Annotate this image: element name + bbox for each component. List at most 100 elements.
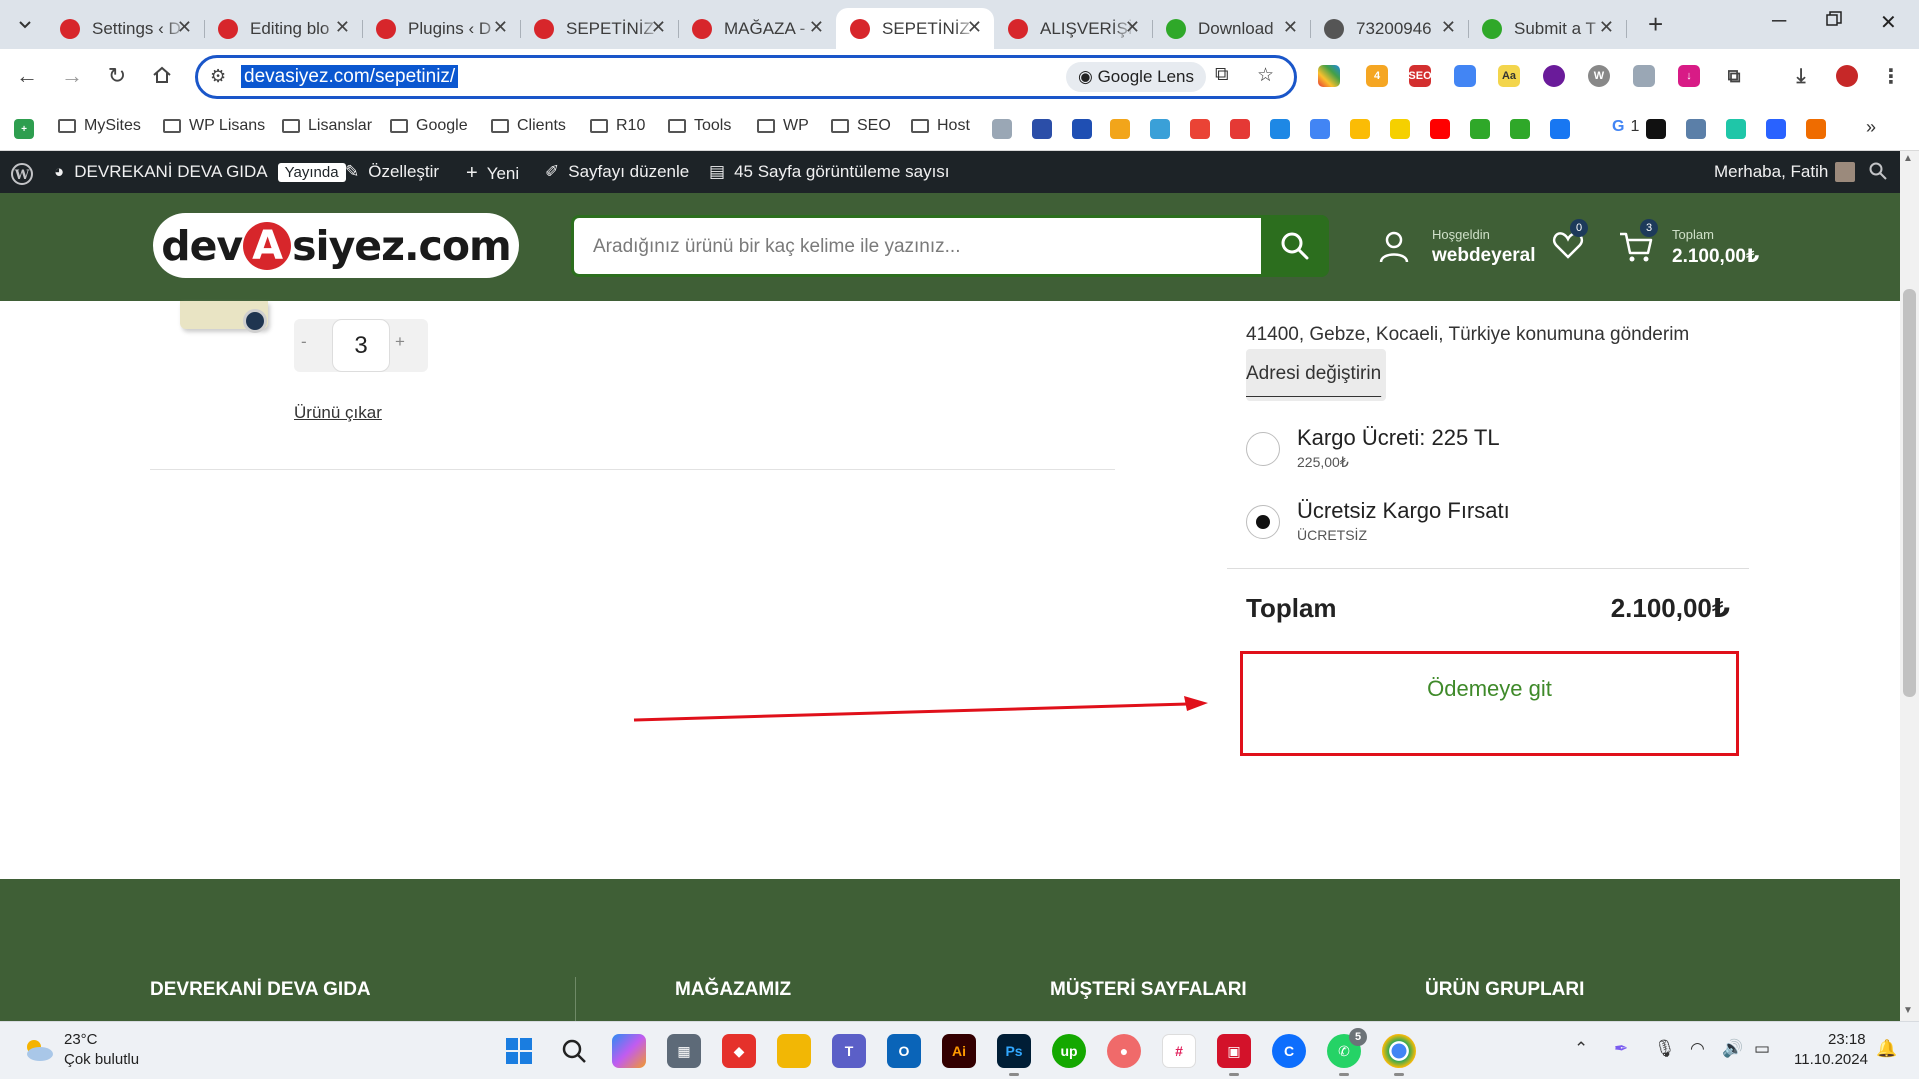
volume-icon[interactable]: 🔊 — [1722, 1039, 1743, 1059]
taskbar-search-button[interactable] — [557, 1034, 591, 1068]
clock-date[interactable]: 11.10.2024 — [1794, 1051, 1868, 1068]
s-bookmark-icon[interactable] — [1390, 119, 1410, 139]
image-bookmark-icon[interactable] — [992, 119, 1012, 139]
restore-button[interactable] — [1826, 10, 1842, 33]
browser-tab[interactable]: ALIŞVERİŞİ ✕ — [994, 8, 1153, 49]
shipping-option-free-radio[interactable] — [1246, 505, 1280, 539]
gmail-icon[interactable] — [1190, 119, 1210, 139]
profile-avatar[interactable] — [1836, 65, 1858, 87]
bookmarks-overflow-icon[interactable]: » — [1866, 117, 1876, 138]
screen-recorder-icon[interactable]: ▣ — [1217, 1034, 1251, 1076]
circle-bookmark-icon[interactable] — [1032, 119, 1052, 139]
outlook-icon[interactable]: O — [887, 1034, 921, 1068]
cart-button[interactable]: 3 — [1618, 219, 1658, 270]
tab-close-icon[interactable]: ✕ — [809, 17, 824, 38]
browser-tab[interactable]: Plugins ‹ D ✕ — [362, 8, 521, 49]
c-app-icon[interactable]: C — [1272, 1034, 1306, 1068]
clock-time[interactable]: 23:18 — [1828, 1031, 1866, 1048]
change-address-button[interactable]: Adresi değiştirin — [1246, 349, 1386, 401]
extension-wordpress-icon[interactable]: W — [1588, 65, 1610, 87]
puzzle-bookmark-icon[interactable] — [1686, 119, 1706, 139]
browser-tab[interactable]: Editing blo ✕ — [204, 8, 363, 49]
wp-account[interactable]: Merhaba, Fatih — [1714, 162, 1856, 182]
extension-docs-icon[interactable] — [1454, 65, 1476, 87]
page-scrollbar[interactable]: ▲ ▼ — [1900, 151, 1919, 1021]
tray-overflow-icon[interactable]: ⌃ — [1574, 1039, 1588, 1059]
site-logo[interactable]: dev Asiyez.com — [153, 213, 519, 278]
bookmark-folder[interactable]: SEO — [831, 117, 891, 135]
qty-decrease-button[interactable]: - — [301, 332, 307, 352]
tab-close-icon[interactable]: ✕ — [1441, 17, 1456, 38]
tab-close-icon[interactable]: ✕ — [1283, 17, 1298, 38]
shipping-option-paid-radio[interactable] — [1246, 432, 1280, 466]
tab-close-icon[interactable]: ✕ — [967, 17, 982, 38]
extension-download-icon[interactable]: ↓ — [1678, 65, 1700, 87]
chat-bookmark-icon[interactable] — [1270, 119, 1290, 139]
qty-input[interactable]: 3 — [332, 319, 390, 372]
minimize-button[interactable]: ─ — [1772, 10, 1786, 33]
file-explorer-icon[interactable] — [777, 1034, 811, 1068]
browser-tab[interactable]: Download ✕ — [1152, 8, 1311, 49]
bookmark-folder[interactable]: Clients — [491, 117, 566, 135]
extension-font-icon[interactable]: Aa — [1498, 65, 1520, 87]
bookmark-folder[interactable]: R10 — [590, 117, 645, 135]
bookmark-folder[interactable]: MySites — [58, 117, 141, 135]
fire-bookmark-icon[interactable] — [1806, 119, 1826, 139]
downloads-icon[interactable]: ⤓ — [1790, 65, 1812, 87]
account-button[interactable] — [1376, 229, 1412, 270]
battery-icon[interactable]: ▭ — [1754, 1039, 1770, 1059]
upwork-bookmark-icon[interactable] — [1646, 119, 1666, 139]
menu-kebab-icon[interactable]: ⋮ — [1880, 65, 1902, 88]
form-bookmark-icon[interactable] — [1766, 119, 1786, 139]
bookmark-g-count[interactable]: G1 — [1612, 118, 1639, 136]
scroll-down-icon[interactable]: ▼ — [1903, 1005, 1913, 1016]
user-name[interactable]: webdeyeral — [1432, 245, 1536, 267]
weather-temperature[interactable]: 23°C — [64, 1031, 98, 1048]
search-input[interactable]: Aradığınız ürünü bir kaç kelime ile yazı… — [593, 236, 961, 258]
wp-new[interactable]: + Yeni — [466, 162, 519, 185]
tab-close-icon[interactable]: ✕ — [177, 17, 192, 38]
yandex-icon[interactable] — [1230, 119, 1250, 139]
translate-bookmark-icon[interactable] — [1310, 119, 1330, 139]
back-button[interactable]: ← — [12, 63, 42, 89]
asana-icon[interactable]: ● — [1107, 1034, 1141, 1068]
youtube-icon[interactable] — [1430, 119, 1450, 139]
slack-icon[interactable]: # — [1162, 1034, 1196, 1068]
new-tab-button[interactable]: + — [1648, 10, 1663, 38]
bookmark-folder[interactable]: WP Lisans — [163, 117, 265, 135]
notification-bell-icon[interactable]: 🔔 — [1876, 1039, 1897, 1059]
wordpress-logo-icon[interactable]: W — [10, 162, 34, 186]
browser-tab[interactable]: MAĞAZA - ✕ — [678, 8, 837, 49]
google-lens-button[interactable]: ◉ Google Lens — [1066, 62, 1206, 92]
reload-button[interactable]: ↻ — [102, 63, 132, 89]
tab-close-icon[interactable]: ✕ — [651, 17, 666, 38]
pen-icon[interactable]: ✒ — [1614, 1039, 1628, 1059]
wp-customize[interactable]: ✎ Özelleştir — [345, 162, 439, 182]
search-button[interactable] — [1261, 215, 1329, 277]
close-window-button[interactable]: ✕ — [1880, 10, 1897, 35]
cart-total-value[interactable]: 2.100,00₺ — [1672, 245, 1759, 268]
translate-icon[interactable]: ⧉ — [1215, 64, 1229, 86]
extension-colors-icon[interactable] — [1318, 65, 1340, 87]
tab-search-button[interactable] — [12, 12, 38, 38]
extension-badge-icon[interactable]: 4 — [1366, 65, 1388, 87]
qty-increase-button[interactable]: + — [395, 332, 405, 352]
bookmark-folder[interactable]: WP — [757, 117, 809, 135]
wp-site-name[interactable]: ◕ DEVREKANİ DEVA GIDA Yayında — [54, 162, 346, 182]
shield-bookmark-icon[interactable] — [1072, 119, 1092, 139]
wp-page-views[interactable]: ▤ 45 Sayfa görüntüleme sayısı — [709, 162, 950, 182]
browser-tab[interactable]: 73200946 ✕ — [1310, 8, 1469, 49]
wp-edit-page[interactable]: ✐ Sayfayı düzenle — [545, 162, 689, 182]
browser-tab[interactable]: Submit a T ✕ — [1468, 8, 1627, 49]
wifi-icon[interactable]: ◠ — [1690, 1039, 1705, 1059]
tool-bookmark-icon[interactable] — [1150, 119, 1170, 139]
address-bar[interactable]: ⚙ devasiyez.com/sepetiniz/ ◉ Google Lens… — [195, 55, 1297, 99]
lightning-bookmark-icon[interactable] — [1510, 119, 1530, 139]
forward-button[interactable]: → — [57, 63, 87, 89]
remove-item-link[interactable]: Ürünü çıkar — [294, 403, 382, 423]
extensions-puzzle-icon[interactable]: ⧉ — [1723, 65, 1745, 87]
wishlist-button[interactable]: 0 — [1552, 219, 1588, 266]
home-button[interactable] — [147, 63, 177, 91]
extension-circle-icon[interactable] — [1543, 65, 1565, 87]
bookmark-star-icon[interactable]: ☆ — [1257, 64, 1274, 87]
